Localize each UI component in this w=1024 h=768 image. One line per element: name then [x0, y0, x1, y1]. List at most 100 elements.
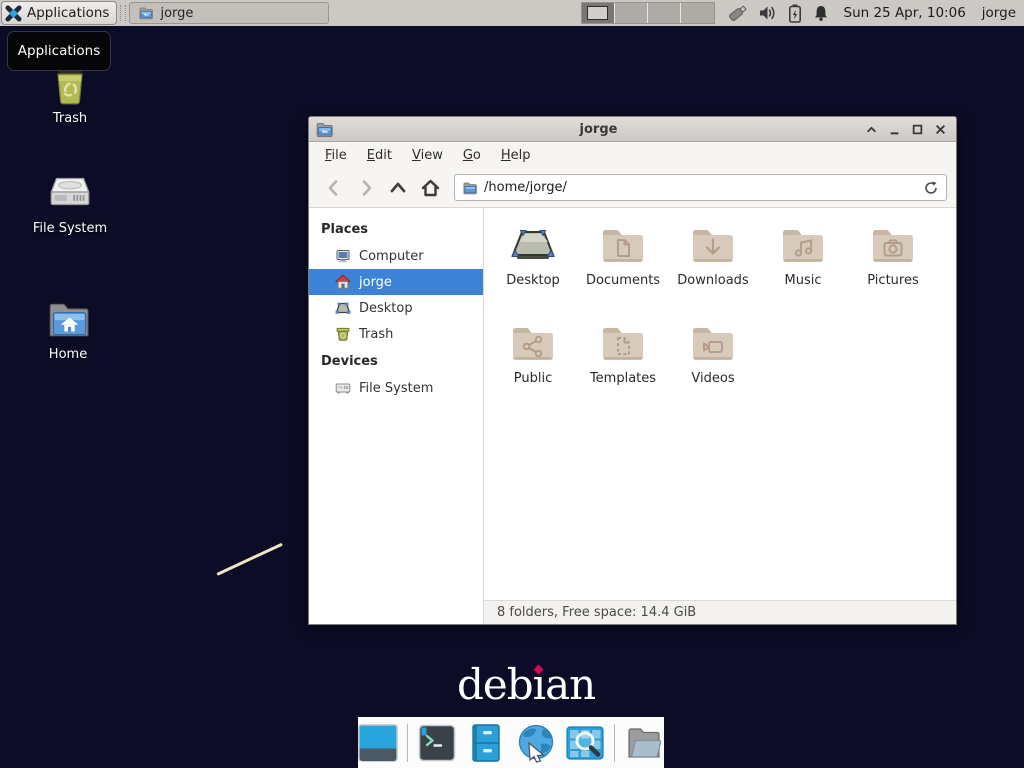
sidebar-header-devices: Devices — [309, 347, 483, 375]
workspace-4[interactable] — [681, 3, 714, 23]
reload-icon[interactable] — [923, 180, 939, 196]
file-item-label: Documents — [586, 273, 660, 288]
file-item-public[interactable]: Public — [488, 320, 578, 418]
sidebar-item-desktop[interactable]: Desktop — [309, 295, 483, 321]
file-item-label: Templates — [590, 371, 656, 386]
dock-file-manager-button[interactable] — [466, 722, 506, 763]
menu-view[interactable]: View — [402, 144, 453, 167]
sidebar-item-label: Trash — [359, 327, 393, 342]
terminal-icon — [417, 723, 457, 763]
minimize-icon — [889, 124, 900, 135]
dock-show-desktop-button[interactable] — [358, 722, 398, 763]
directory-menu-folder-icon — [624, 723, 664, 763]
folder-video-icon — [689, 320, 737, 368]
notifications-bell-icon[interactable] — [812, 4, 830, 23]
sidebar-item-label: jorge — [359, 275, 392, 290]
menu-bar: File Edit View Go Help — [309, 142, 956, 168]
path-folder-icon — [462, 181, 478, 195]
window-close-button[interactable] — [932, 121, 948, 137]
panel-username[interactable]: jorge — [982, 5, 1016, 21]
back-button[interactable] — [318, 174, 350, 202]
sidebar-item-label: Desktop — [359, 301, 413, 316]
dock-terminal-button[interactable] — [417, 722, 457, 763]
workspace-2[interactable] — [615, 3, 648, 23]
drive-mini-icon — [335, 380, 351, 396]
desktop-icon-home[interactable]: Home — [18, 294, 118, 362]
applications-tooltip: Applications — [7, 31, 111, 71]
window-maximize-button[interactable] — [909, 121, 925, 137]
menu-edit[interactable]: Edit — [357, 144, 402, 167]
up-button[interactable] — [382, 174, 414, 202]
dock-directory-menu-button[interactable] — [624, 722, 664, 763]
folder-document-icon — [599, 222, 647, 270]
sidebar-item-trash[interactable]: Trash — [309, 321, 483, 347]
removable-device-icon[interactable] — [727, 3, 749, 23]
panel-clock[interactable]: Sun 25 Apr, 10:06 — [844, 5, 966, 21]
file-item-desktop[interactable]: Desktop — [488, 222, 578, 320]
debian-logo-i: ı — [533, 660, 545, 709]
taskbar-window-label: jorge — [160, 6, 193, 21]
file-item-videos[interactable]: Videos — [668, 320, 758, 418]
menu-help[interactable]: Help — [491, 144, 541, 167]
window-shade-button[interactable] — [863, 121, 879, 137]
home-button[interactable] — [414, 174, 446, 202]
path-input[interactable]: /home/jorge/ — [484, 180, 917, 195]
home-red-icon — [335, 274, 351, 290]
debian-wallpaper-logo: debıan — [457, 660, 595, 709]
sidebar: Places Computer jorge — [309, 208, 484, 624]
desktop-icon-file-system[interactable]: File System — [20, 168, 120, 236]
home-icon — [419, 177, 442, 199]
panel-grip[interactable] — [120, 5, 126, 21]
home-folder-icon — [42, 294, 94, 342]
dock-app-finder-button[interactable] — [565, 722, 605, 763]
file-cabinet-icon — [466, 723, 506, 763]
sidebar-item-computer[interactable]: Computer — [309, 243, 483, 269]
file-item-label: Music — [785, 273, 822, 288]
taskbar-window-button[interactable]: jorge — [129, 2, 329, 24]
forward-button[interactable] — [350, 174, 382, 202]
desktop-icon-label: Trash — [53, 111, 87, 126]
volume-icon[interactable] — [758, 4, 778, 22]
workspace-1[interactable] — [582, 3, 615, 23]
back-icon — [323, 177, 345, 199]
window-titlebar[interactable]: jorge — [309, 117, 956, 142]
close-icon — [935, 124, 946, 135]
dock-web-browser-button[interactable] — [516, 722, 556, 763]
file-item-templates[interactable]: Templates — [578, 320, 668, 418]
sidebar-header-places: Places — [309, 215, 483, 243]
shade-icon — [866, 124, 877, 135]
file-item-pictures[interactable]: Pictures — [848, 222, 938, 320]
window-minimize-button[interactable] — [886, 121, 902, 137]
file-view[interactable]: Desktop Documents — [484, 208, 956, 600]
status-text: 8 folders, Free space: 14.4 GiB — [497, 605, 696, 620]
folder-share-icon — [509, 320, 557, 368]
workspace-3[interactable] — [648, 3, 681, 23]
dock — [358, 717, 664, 768]
top-panel: Applications jorge — [0, 0, 1024, 26]
file-item-label: Downloads — [677, 273, 748, 288]
system-tray — [727, 3, 830, 23]
applications-tooltip-text: Applications — [18, 43, 100, 59]
menu-go[interactable]: Go — [453, 144, 491, 167]
applications-menu-label: Applications — [27, 5, 109, 21]
web-browser-icon — [516, 723, 556, 763]
app-finder-icon — [565, 723, 605, 763]
folder-template-icon — [599, 320, 647, 368]
sidebar-item-jorge[interactable]: jorge — [309, 269, 483, 295]
menu-file[interactable]: File — [315, 144, 357, 167]
debian-logo-part1: deb — [457, 660, 533, 709]
sidebar-item-file-system[interactable]: File System — [309, 375, 483, 401]
file-item-downloads[interactable]: Downloads — [668, 222, 758, 320]
applications-menu-button[interactable]: Applications — [1, 1, 117, 25]
file-item-documents[interactable]: Documents — [578, 222, 668, 320]
path-bar[interactable]: /home/jorge/ — [454, 174, 947, 201]
battery-charging-icon[interactable] — [787, 4, 803, 23]
dock-separator — [614, 724, 615, 762]
folder-download-icon — [689, 222, 737, 270]
workspace-switcher — [581, 2, 715, 24]
file-item-label: Desktop — [506, 273, 560, 288]
file-item-music[interactable]: Music — [758, 222, 848, 320]
toolbar: /home/jorge/ — [309, 168, 956, 208]
desktop-icon-label: File System — [33, 221, 107, 236]
folder-music-icon — [779, 222, 827, 270]
